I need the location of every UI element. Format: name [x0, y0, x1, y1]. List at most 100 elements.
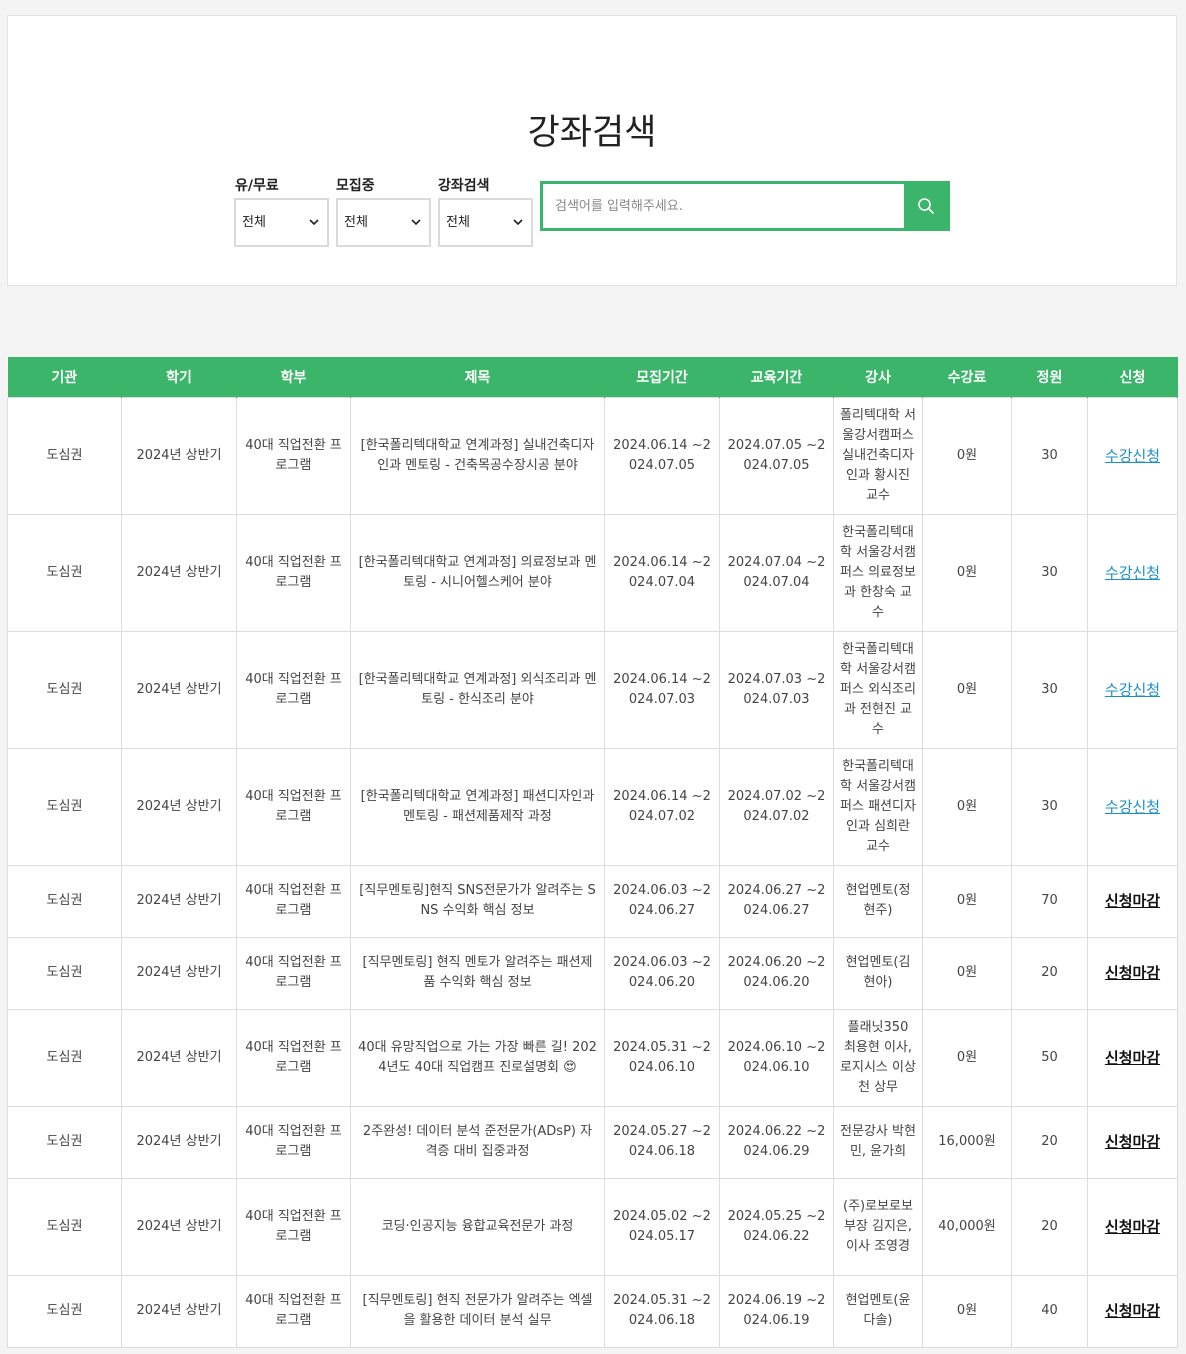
search-type-select-value: 전체 [446, 215, 470, 230]
org-cell: 도심권 [7, 1105, 122, 1179]
recruiting-select[interactable]: 전체 [336, 198, 431, 247]
search-panel: 강좌검색 유/무료 모집중 강좌검색 전체 전체 전체 [7, 15, 1177, 286]
dept-cell: 40대 직업전환 프로그램 [236, 1008, 351, 1107]
edu-period-cell: 2024.06.22 ~2024.06.29 [719, 1105, 834, 1179]
apply-link[interactable]: 수강신청 [1087, 630, 1178, 749]
apply-link[interactable]: 신청마감 [1087, 1105, 1178, 1179]
dept-cell: 40대 직업전환 프로그램 [236, 1274, 351, 1348]
teacher-cell: 한국폴리텍대학 서울강서캠퍼스 패션디자인과 심희란 교수 [833, 747, 923, 866]
org-cell: 도심권 [7, 747, 122, 866]
recruit-period-cell: 2024.05.31 ~2024.06.10 [604, 1008, 720, 1107]
column-header: 학부 [236, 357, 351, 397]
dept-cell: 40대 직업전환 프로그램 [236, 747, 351, 866]
column-header: 학기 [121, 357, 237, 397]
search-box [540, 181, 950, 231]
capacity-cell: 30 [1011, 513, 1088, 632]
capacity-cell: 20 [1011, 1105, 1088, 1179]
edu-period-cell: 2024.06.19 ~2024.06.19 [719, 1274, 834, 1348]
term-cell: 2024년 상반기 [121, 396, 237, 515]
title-cell: [한국폴리텍대학교 연계과정] 패션디자인과 멘토링 - 패션제품제작 과정 [350, 747, 605, 866]
column-header: 제목 [350, 357, 605, 397]
chevron-down-icon [513, 219, 523, 226]
apply-link[interactable]: 수강신청 [1087, 513, 1178, 632]
recruiting-select-value: 전체 [344, 215, 368, 230]
capacity-cell: 30 [1011, 396, 1088, 515]
filter-label-fee: 유/무료 [235, 178, 279, 194]
apply-link[interactable]: 신청마감 [1087, 1274, 1178, 1348]
capacity-cell: 30 [1011, 630, 1088, 749]
fee-select-value: 전체 [242, 215, 266, 230]
table-row: 도심권 2024년 상반기 40대 직업전환 프로그램 [한국폴리텍대학교 연계과정]… [7, 630, 1178, 749]
title-cell: 2주완성! 데이터 분석 준전문가(ADsP) 자격증 대비 집중과정 [350, 1105, 605, 1179]
chevron-down-icon [309, 219, 319, 226]
term-cell: 2024년 상반기 [121, 1274, 237, 1348]
edu-period-cell: 2024.06.20 ~2024.06.20 [719, 936, 834, 1010]
org-cell: 도심권 [7, 1008, 122, 1107]
fee-cell: 40,000원 [922, 1177, 1012, 1276]
recruit-period-cell: 2024.05.31 ~2024.06.18 [604, 1274, 720, 1348]
column-header: 기관 [7, 357, 122, 397]
fee-select[interactable]: 전체 [234, 198, 329, 247]
teacher-cell: 한국폴리텍대학 서울강서캠퍼스 의료정보과 한창숙 교수 [833, 513, 923, 632]
search-button[interactable] [904, 184, 947, 228]
term-cell: 2024년 상반기 [121, 747, 237, 866]
recruit-period-cell: 2024.06.14 ~2024.07.03 [604, 630, 720, 749]
capacity-cell: 70 [1011, 864, 1088, 938]
recruit-period-cell: 2024.06.14 ~2024.07.05 [604, 396, 720, 515]
apply-link[interactable]: 신청마감 [1087, 1008, 1178, 1107]
term-cell: 2024년 상반기 [121, 1177, 237, 1276]
recruit-period-cell: 2024.06.03 ~2024.06.20 [604, 936, 720, 1010]
apply-link[interactable]: 수강신청 [1087, 396, 1178, 515]
title-cell: [한국폴리텍대학교 연계과정] 의료정보과 멘토링 - 시니어헬스케어 분야 [350, 513, 605, 632]
table-row: 도심권 2024년 상반기 40대 직업전환 프로그램 [한국폴리텍대학교 연계과정]… [7, 513, 1178, 632]
fee-cell: 0원 [922, 1008, 1012, 1107]
dept-cell: 40대 직업전환 프로그램 [236, 630, 351, 749]
title-cell: [직무멘토링]현직 SNS전문가가 알려주는 SNS 수익화 핵심 정보 [350, 864, 605, 938]
org-cell: 도심권 [7, 936, 122, 1010]
apply-link[interactable]: 신청마감 [1087, 1177, 1178, 1276]
capacity-cell: 50 [1011, 1008, 1088, 1107]
recruit-period-cell: 2024.06.14 ~2024.07.04 [604, 513, 720, 632]
recruit-period-cell: 2024.05.02 ~2024.05.17 [604, 1177, 720, 1276]
term-cell: 2024년 상반기 [121, 1105, 237, 1179]
search-icon [917, 198, 934, 214]
fee-cell: 16,000원 [922, 1105, 1012, 1179]
fee-cell: 0원 [922, 630, 1012, 749]
term-cell: 2024년 상반기 [121, 864, 237, 938]
capacity-cell: 20 [1011, 1177, 1088, 1276]
teacher-cell: 현업멘토(윤다솔) [833, 1274, 923, 1348]
title-cell: 40대 유망직업으로 가는 가장 빠른 길! 2024년도 40대 직업캠프 진… [350, 1008, 605, 1107]
org-cell: 도심권 [7, 1177, 122, 1276]
teacher-cell: 현업멘토(김현아) [833, 936, 923, 1010]
dept-cell: 40대 직업전환 프로그램 [236, 396, 351, 515]
apply-link[interactable]: 수강신청 [1087, 747, 1178, 866]
org-cell: 도심권 [7, 864, 122, 938]
search-input[interactable] [543, 184, 903, 228]
table-row: 도심권 2024년 상반기 40대 직업전환 프로그램 [한국폴리텍대학교 연계과정]… [7, 747, 1178, 866]
page-title: 강좌검색 [527, 113, 657, 153]
edu-period-cell: 2024.06.10 ~2024.06.10 [719, 1008, 834, 1107]
recruit-period-cell: 2024.06.03 ~2024.06.27 [604, 864, 720, 938]
column-header: 모집기간 [604, 357, 720, 397]
apply-link[interactable]: 신청마감 [1087, 936, 1178, 1010]
teacher-cell: 전문강사 박현민, 윤가희 [833, 1105, 923, 1179]
fee-cell: 0원 [922, 396, 1012, 515]
title-cell: 코딩·인공지능 융합교육전문가 과정 [350, 1177, 605, 1276]
apply-link[interactable]: 신청마감 [1087, 864, 1178, 938]
course-table: 기관 학기 학부 제목 모집기간 교육기간 강사 수강료 정원 신청 도심권 2024년 상반기 40… [7, 357, 1178, 1348]
teacher-cell: 현업멘토(정현주) [833, 864, 923, 938]
search-type-select[interactable]: 전체 [438, 198, 533, 247]
org-cell: 도심권 [7, 630, 122, 749]
filter-label-recruiting: 모집중 [336, 178, 375, 194]
org-cell: 도심권 [7, 1274, 122, 1348]
term-cell: 2024년 상반기 [121, 1008, 237, 1107]
fee-cell: 0원 [922, 747, 1012, 866]
dept-cell: 40대 직업전환 프로그램 [236, 1105, 351, 1179]
capacity-cell: 20 [1011, 936, 1088, 1010]
dept-cell: 40대 직업전환 프로그램 [236, 513, 351, 632]
capacity-cell: 30 [1011, 747, 1088, 866]
title-cell: [한국폴리텍대학교 연계과정] 실내건축디자인과 멘토링 - 건축목공수장시공 … [350, 396, 605, 515]
title-cell: [직무멘토링] 현직 전문가가 알려주는 엑셀을 활용한 데이터 분석 실무 [350, 1274, 605, 1348]
org-cell: 도심권 [7, 396, 122, 515]
fee-cell: 0원 [922, 1274, 1012, 1348]
